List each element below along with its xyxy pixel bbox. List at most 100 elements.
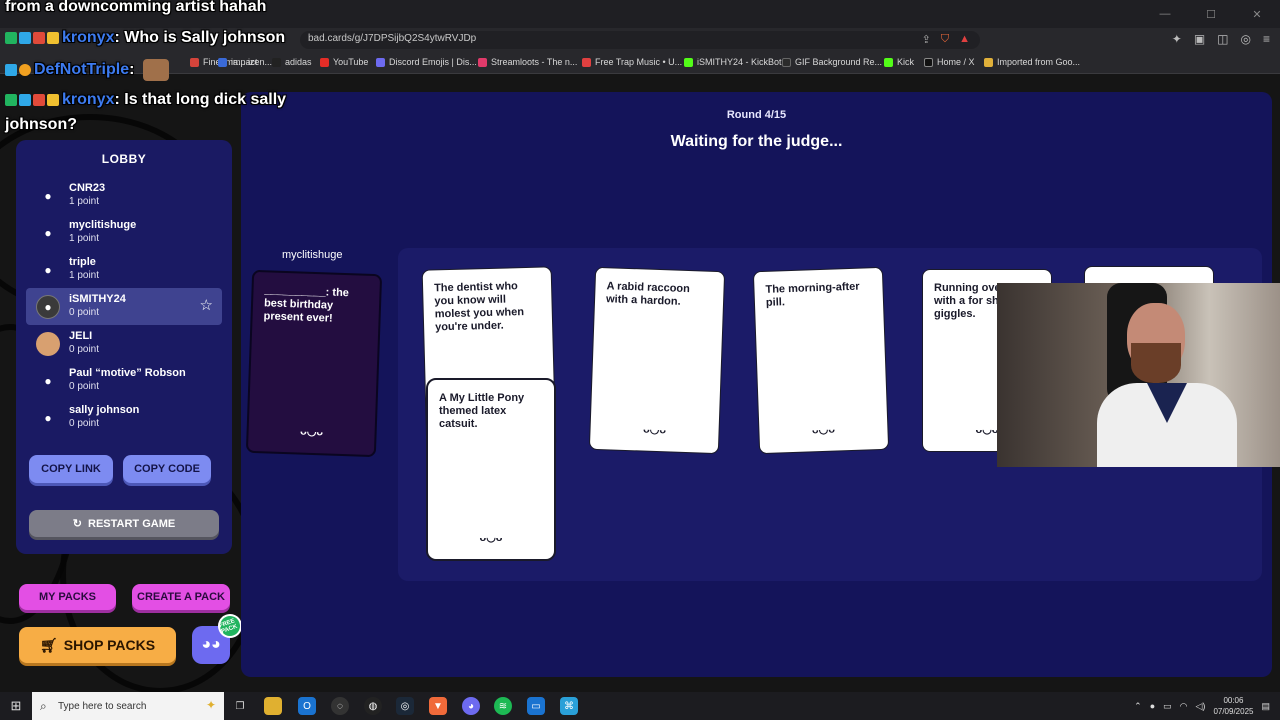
volume-icon[interactable]: ◁) bbox=[1196, 701, 1206, 712]
white-card[interactable]: The morning-after pill. ᴗ◡ᴗ bbox=[752, 266, 890, 455]
vpn-icon[interactable]: ◎ bbox=[1241, 32, 1251, 46]
white-card[interactable]: A My Little Pony themed latex catsuit. ᴗ… bbox=[426, 378, 556, 561]
card-logo-icon: ᴗ◡ᴗ bbox=[299, 425, 324, 439]
streamer-beard bbox=[1131, 343, 1181, 383]
wifi-icon[interactable]: ◠ bbox=[1180, 701, 1188, 712]
restart-game-button[interactable]: ↻ RESTART GAME bbox=[29, 510, 219, 537]
brave-shield-icon[interactable]: ⛉ bbox=[941, 33, 949, 46]
webcam-overlay bbox=[997, 283, 1280, 467]
player-score: 1 point bbox=[69, 233, 100, 244]
lobby-player[interactable]: ● Paul “motive” Robson 0 point bbox=[26, 362, 222, 399]
bookmark-item[interactable]: Free Trap Music • U... bbox=[582, 57, 682, 67]
file-explorer-icon[interactable] bbox=[264, 697, 282, 715]
clock-date: 07/09/2025 bbox=[1213, 707, 1254, 716]
microphone-icon[interactable]: ● bbox=[1150, 701, 1155, 711]
lobby-player[interactable]: JELI 0 point bbox=[26, 325, 222, 362]
sidebar-icon[interactable]: ▣ bbox=[1194, 32, 1205, 46]
person-icon: ● bbox=[44, 189, 52, 203]
lobby-player[interactable]: ● CNR23 1 point bbox=[26, 177, 222, 214]
rewards-icon[interactable]: ▲ bbox=[959, 33, 970, 46]
spotify-icon[interactable]: ≋ bbox=[494, 697, 512, 715]
chat-text: : Is that long dick sally bbox=[114, 91, 287, 108]
avatar bbox=[36, 332, 60, 356]
lobby-player[interactable]: ● triple 1 point bbox=[26, 251, 222, 288]
discord-icon: ◕◕ bbox=[201, 636, 221, 653]
discord-taskbar-icon[interactable]: ◕ bbox=[462, 697, 480, 715]
black-card-text: __________: the best birthday present ev… bbox=[263, 284, 350, 325]
menu-icon[interactable]: ≡ bbox=[1263, 32, 1270, 46]
taskbar: ⊞ ⌕ Type here to search ✦ ❐ O ◌ ◍ ◎ ▼ ◕ … bbox=[0, 692, 1280, 720]
copy-code-button[interactable]: COPY CODE bbox=[123, 455, 211, 483]
task-view-icon[interactable]: ❐ bbox=[231, 697, 249, 715]
outlook-icon[interactable]: O bbox=[298, 697, 316, 715]
taskbar-search-placeholder: Type here to search bbox=[58, 700, 147, 712]
close-icon[interactable]: ✕ bbox=[1234, 0, 1280, 28]
lobby-title: LOBBY bbox=[101, 152, 147, 166]
obs-icon[interactable]: ◍ bbox=[364, 697, 382, 715]
player-score: 0 point bbox=[69, 344, 100, 355]
lobby-player[interactable]: ● myclitishuge 1 point bbox=[26, 214, 222, 251]
window-app-icon[interactable]: ▭ bbox=[527, 697, 545, 715]
bookmark-item[interactable]: GIF Background Re... bbox=[782, 57, 882, 67]
player-score: 0 point bbox=[69, 307, 100, 318]
chat-text: from a downcomming artist hahah bbox=[5, 0, 267, 15]
bookmark-item[interactable]: adidas bbox=[272, 57, 312, 67]
bookmark-item[interactable]: Imported from Goo... bbox=[984, 57, 1080, 67]
notification-icon[interactable]: ▤ bbox=[1261, 701, 1270, 712]
person-icon: ● bbox=[44, 374, 52, 388]
minimize-icon[interactable]: — bbox=[1142, 0, 1188, 28]
chat-text: : Who is Sally johnson bbox=[114, 29, 286, 46]
copy-link-button[interactable]: COPY LINK bbox=[29, 455, 113, 483]
brave-icon[interactable]: ▼ bbox=[429, 697, 447, 715]
maximize-icon[interactable]: ☐ bbox=[1188, 0, 1234, 28]
clock[interactable]: 00:06 07/09/2025 bbox=[1213, 695, 1253, 717]
bookmark-item[interactable]: iSMITHY24 - KickBot bbox=[684, 57, 782, 67]
lobby-player-current[interactable]: ● iSMITHY24 0 point ☆ bbox=[26, 288, 222, 325]
share-icon[interactable]: ⇪ bbox=[922, 33, 931, 46]
taskbar-search[interactable]: ⌕ Type here to search ✦ bbox=[32, 692, 224, 720]
url-text: bad.cards/g/J7DPSijbQ2S4ytwRVJDp bbox=[308, 33, 477, 44]
chat-message: kronyx: Who is Sally johnson bbox=[5, 29, 285, 47]
bookmark-item[interactable]: Kick bbox=[884, 57, 914, 67]
chat-text: johnson? bbox=[5, 116, 77, 133]
window-controls: — ☐ ✕ bbox=[1142, 0, 1280, 28]
white-card[interactable]: A rabid raccoon with a hardon. ᴗ◡ᴗ bbox=[588, 266, 726, 455]
player-score: 1 point bbox=[69, 196, 100, 207]
person-icon: ● bbox=[44, 263, 52, 277]
my-packs-button[interactable]: MY PACKS bbox=[19, 584, 116, 610]
bookmark-item[interactable]: Streamloots - The n... bbox=[478, 57, 577, 67]
white-card-text: The morning-after pill. bbox=[765, 280, 860, 309]
bookmark-item[interactable]: YouTube bbox=[320, 57, 368, 67]
app-icon[interactable]: ◌ bbox=[331, 697, 349, 715]
windows-start-icon[interactable]: ⊞ bbox=[7, 697, 25, 715]
lobby-player[interactable]: ● sally johnson 0 point bbox=[26, 399, 222, 436]
card-logo-icon: ᴗ◡ᴗ bbox=[642, 423, 667, 437]
wallet-icon[interactable]: ◫ bbox=[1217, 32, 1228, 46]
bookmark-item[interactable]: Discord Emojis | Dis... bbox=[376, 57, 477, 67]
chevron-up-icon[interactable]: ⌃ bbox=[1134, 701, 1142, 712]
app-icon[interactable]: ⌘ bbox=[560, 697, 578, 715]
chat-username: DefNotTriple bbox=[34, 61, 130, 79]
player-name: JELI bbox=[69, 330, 93, 342]
player-name: sally johnson bbox=[69, 404, 140, 416]
chat-username: kronyx bbox=[62, 29, 115, 46]
player-name: myclitishuge bbox=[69, 219, 137, 231]
player-score: 0 point bbox=[69, 418, 100, 429]
browser-toolbar: ✦ ▣ ◫ ◎ ≡ bbox=[1172, 32, 1270, 46]
chat-message: DefNotTriple: bbox=[5, 59, 169, 81]
url-field[interactable]: bad.cards/g/J7DPSijbQ2S4ytwRVJDp ⇪ ⛉ ▲ bbox=[300, 31, 980, 49]
cart-icon: 🛒︎ bbox=[39, 636, 58, 653]
bookmark-item[interactable]: Home / X bbox=[924, 57, 975, 67]
round-indicator: Round 4/15 bbox=[726, 109, 787, 121]
bookmark-item[interactable]: impact bbox=[218, 57, 258, 67]
shop-packs-label: SHOP PACKS bbox=[63, 637, 156, 653]
create-pack-button[interactable]: CREATE A PACK bbox=[132, 584, 230, 610]
lobby-panel: LOBBY ● CNR23 1 point ● myclitishuge 1 p… bbox=[16, 140, 232, 554]
battery-icon[interactable]: ▭ bbox=[1163, 701, 1172, 712]
steam-icon[interactable]: ◎ bbox=[396, 697, 414, 715]
extensions-icon[interactable]: ✦ bbox=[1172, 32, 1182, 46]
restart-icon: ↻ bbox=[72, 518, 83, 530]
shop-packs-button[interactable]: 🛒︎ SHOP PACKS bbox=[19, 627, 176, 663]
star-icon[interactable]: ☆ bbox=[200, 296, 213, 314]
player-score: 1 point bbox=[69, 270, 100, 281]
